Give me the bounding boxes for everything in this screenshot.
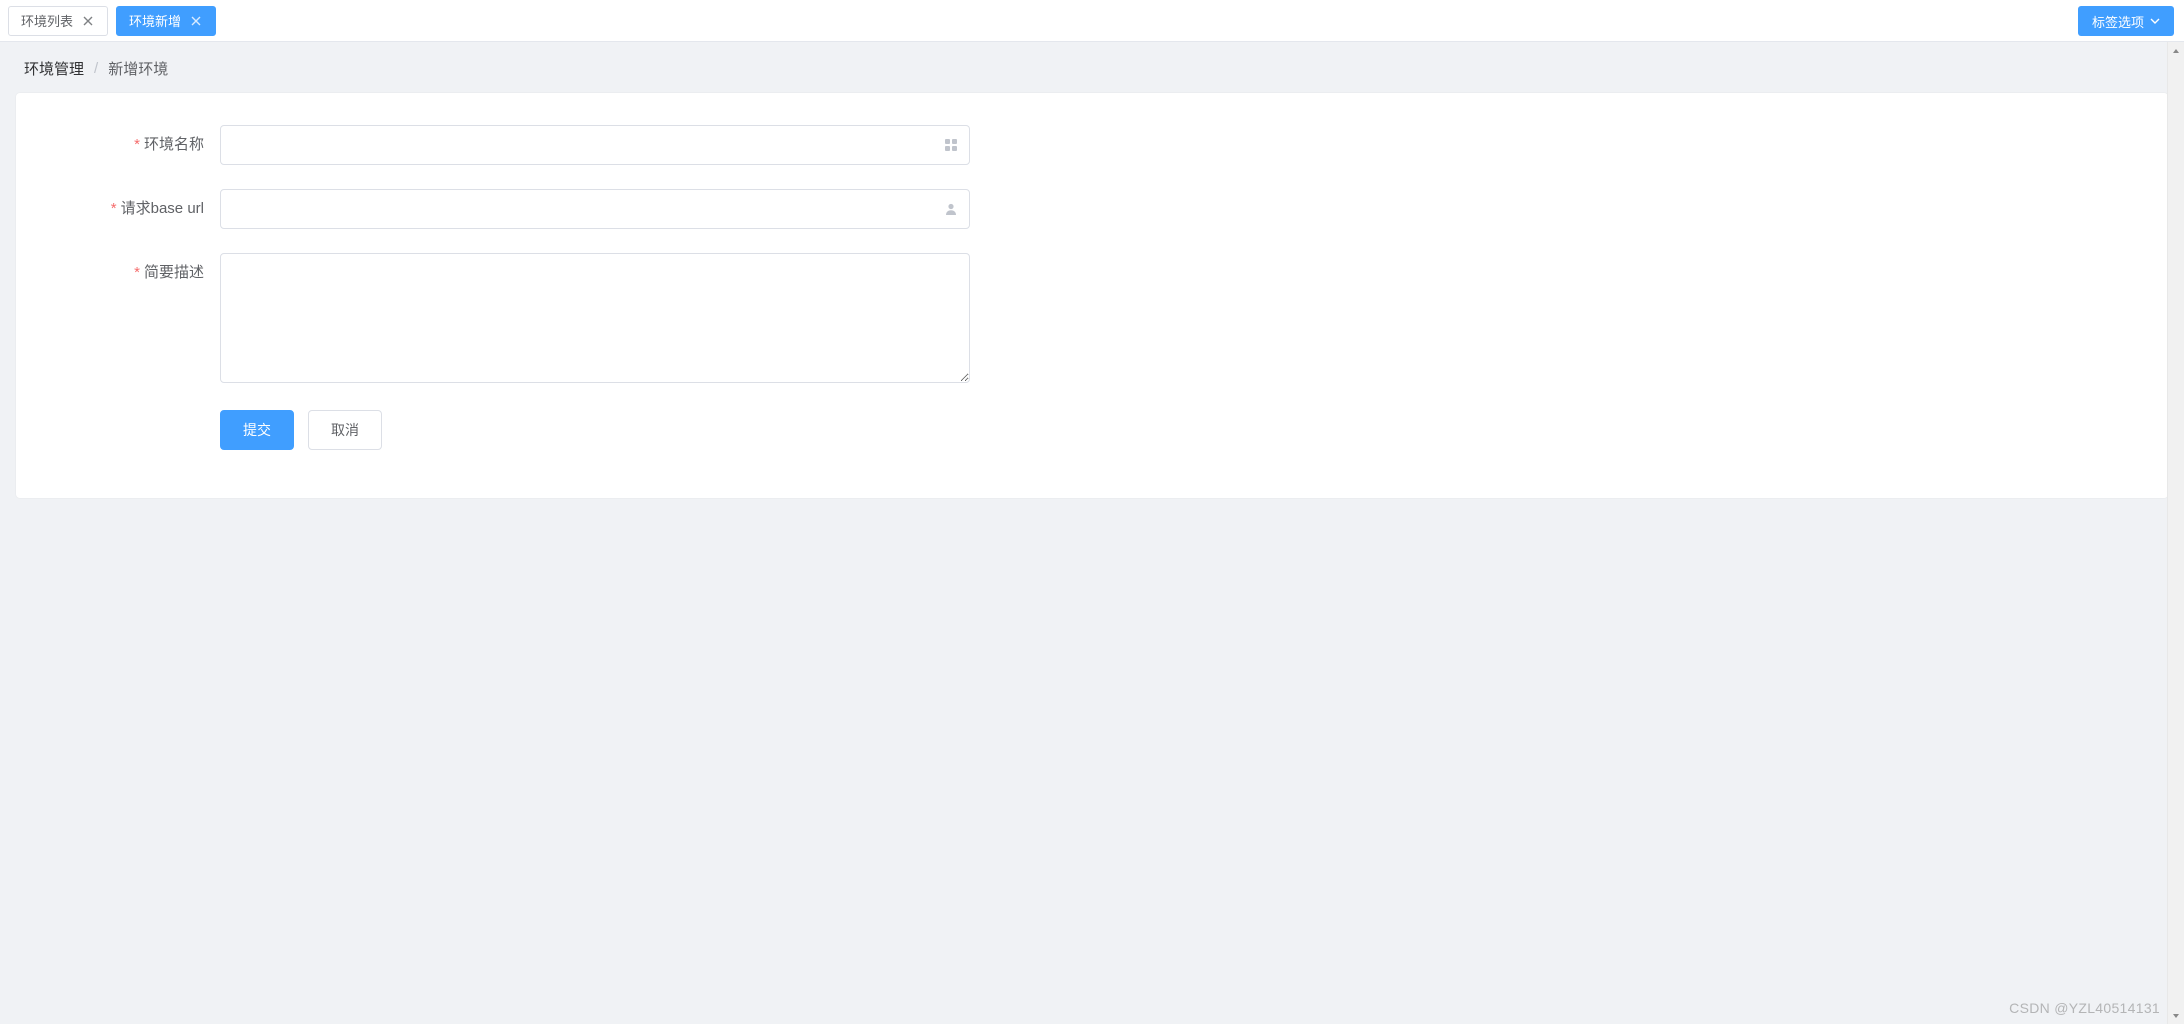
chevron-down-icon — [2150, 14, 2160, 29]
breadcrumb: 环境管理 / 新增环境 — [0, 42, 2184, 93]
env-name-input[interactable] — [220, 125, 970, 165]
env-name-label: *环境名称 — [40, 125, 220, 165]
description-label: *简要描述 — [40, 253, 220, 293]
required-mark: * — [134, 136, 140, 153]
required-mark: * — [111, 200, 117, 217]
required-mark: * — [134, 264, 140, 281]
tabs-bar: 环境列表 环境新增 标签选项 — [0, 0, 2184, 42]
grid-icon — [944, 138, 958, 152]
form-row-base-url: *请求base url — [40, 189, 2144, 229]
breadcrumb-root[interactable]: 环境管理 — [24, 58, 84, 79]
scroll-up-icon[interactable] — [2168, 42, 2184, 59]
tab-env-add[interactable]: 环境新增 — [116, 6, 216, 36]
base-url-input[interactable] — [220, 189, 970, 229]
submit-button[interactable]: 提交 — [220, 410, 294, 450]
description-textarea[interactable] — [220, 253, 970, 383]
close-icon[interactable] — [81, 14, 95, 28]
form-buttons: 提交 取消 — [220, 410, 2144, 450]
main-content: 环境管理 / 新增环境 *环境名称 — [0, 42, 2184, 1024]
base-url-label: *请求base url — [40, 189, 220, 229]
env-name-control — [220, 125, 970, 165]
form-card: *环境名称 *请求base url — [16, 93, 2168, 498]
tab-env-list[interactable]: 环境列表 — [8, 6, 108, 36]
form-row-description: *简要描述 — [40, 253, 2144, 386]
form-row-env-name: *环境名称 — [40, 125, 2144, 165]
user-icon — [944, 202, 958, 216]
app-viewport: 环境列表 环境新增 标签选项 环境管理 / 新增环境 — [0, 0, 2184, 1024]
tab-options-button[interactable]: 标签选项 — [2078, 6, 2174, 36]
tab-options-label: 标签选项 — [2092, 12, 2144, 31]
breadcrumb-separator: / — [94, 60, 98, 77]
vertical-scrollbar[interactable] — [2167, 42, 2184, 1024]
cancel-button[interactable]: 取消 — [308, 410, 382, 450]
tab-label: 环境新增 — [129, 11, 181, 30]
base-url-control — [220, 189, 970, 229]
close-icon[interactable] — [189, 14, 203, 28]
breadcrumb-current: 新增环境 — [108, 58, 168, 79]
description-control — [220, 253, 970, 386]
scroll-down-icon[interactable] — [2168, 1007, 2184, 1024]
tab-label: 环境列表 — [21, 11, 73, 30]
watermark: CSDN @YZL40514131 — [2009, 1000, 2160, 1016]
